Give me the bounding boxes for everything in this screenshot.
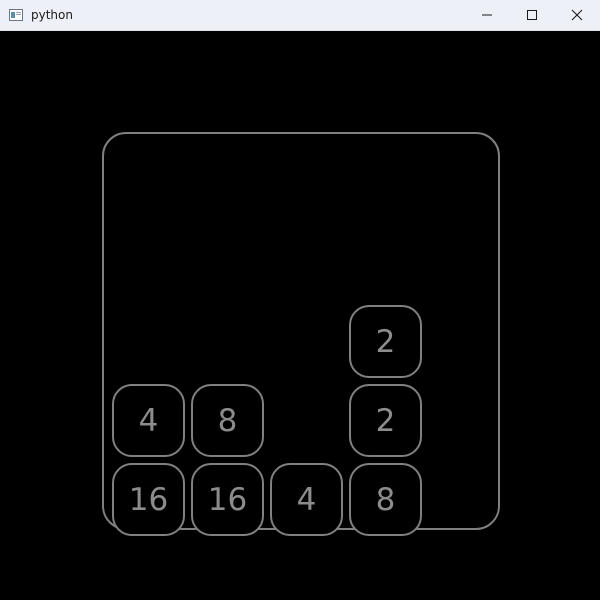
game-canvas[interactable]: 2 4 8 2 16 16 4 8 [0,31,600,600]
window-title: python [31,8,73,22]
title-bar[interactable]: python [0,0,600,31]
game-board: 2 4 8 2 16 16 4 8 [102,132,500,536]
app-icon [9,9,23,21]
maximize-icon [527,10,537,20]
minimize-button[interactable] [464,0,510,30]
close-button[interactable] [554,0,600,30]
tile-3-1: 8 [191,384,264,457]
tile-2-3: 2 [349,305,422,378]
tile-4-1: 16 [191,463,264,536]
maximize-button[interactable] [509,0,555,30]
tile-4-2: 4 [270,463,343,536]
minimize-icon [482,14,492,16]
tile-3-0: 4 [112,384,185,457]
close-icon [571,9,583,21]
tile-4-0: 16 [112,463,185,536]
tile-3-3: 2 [349,384,422,457]
app-window: python 2 4 8 2 16 16 4 8 [0,0,600,600]
tile-4-3: 8 [349,463,422,536]
